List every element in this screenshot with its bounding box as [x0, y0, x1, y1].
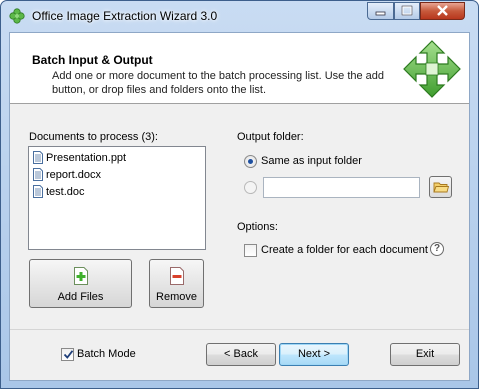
options-label: Options: [237, 221, 278, 233]
browse-folder-button[interactable] [429, 176, 452, 198]
batch-mode-checkbox[interactable] [61, 348, 74, 361]
title-bar[interactable]: Office Image Extraction Wizard 3.0 [1, 1, 478, 31]
add-file-icon [73, 267, 88, 285]
list-item-label: report.docx [46, 169, 102, 181]
output-folder-label: Output folder: [237, 131, 304, 143]
remove-button[interactable]: Remove [149, 259, 204, 308]
app-icon [9, 8, 25, 24]
create-folder-checkbox[interactable] [244, 244, 257, 257]
add-files-label: Add Files [57, 291, 104, 303]
wizard-window: Office Image Extraction Wizard 3.0 Batch… [0, 0, 479, 389]
wizard-header: Batch Input & Output Add one or more doc… [10, 33, 469, 104]
close-button[interactable] [420, 2, 465, 20]
document-icon [33, 168, 43, 181]
minimize-button[interactable] [367, 2, 394, 20]
next-button[interactable]: Next > [279, 343, 349, 366]
back-button[interactable]: < Back [206, 343, 276, 366]
close-icon [437, 5, 448, 16]
documents-label: Documents to process (3): [29, 131, 158, 143]
output-folder-input[interactable] [263, 177, 420, 198]
help-icon[interactable]: ? [430, 242, 444, 256]
document-icon [33, 185, 43, 198]
remove-label: Remove [156, 291, 197, 303]
create-folder-label: Create a folder for each document [261, 244, 428, 256]
checkmark-icon [63, 350, 74, 359]
step-description: Add one or more document to the batch pr… [52, 70, 385, 96]
step-title: Batch Input & Output [32, 53, 153, 67]
exit-button[interactable]: Exit [390, 343, 460, 366]
four-arrows-icon [403, 40, 461, 98]
list-item-label: Presentation.ppt [46, 152, 127, 164]
document-icon [33, 151, 43, 164]
window-title: Office Image Extraction Wizard 3.0 [32, 9, 218, 23]
same-as-input-radio[interactable] [244, 155, 257, 168]
documents-list[interactable]: Presentation.ppt report.docx test.doc [28, 146, 206, 250]
footer-separator [10, 329, 469, 330]
same-as-input-label: Same as input folder [261, 155, 362, 167]
remove-file-icon [169, 267, 184, 285]
maximize-button[interactable] [394, 2, 420, 20]
add-files-button[interactable]: Add Files [29, 259, 132, 308]
maximize-icon [401, 5, 413, 16]
wizard-content: Batch Input & Output Add one or more doc… [9, 32, 470, 381]
folder-icon [433, 182, 450, 193]
minimize-icon [375, 11, 386, 16]
batch-mode-label: Batch Mode [77, 348, 136, 360]
list-item-label: test.doc [46, 186, 85, 198]
custom-folder-radio[interactable] [244, 181, 257, 194]
